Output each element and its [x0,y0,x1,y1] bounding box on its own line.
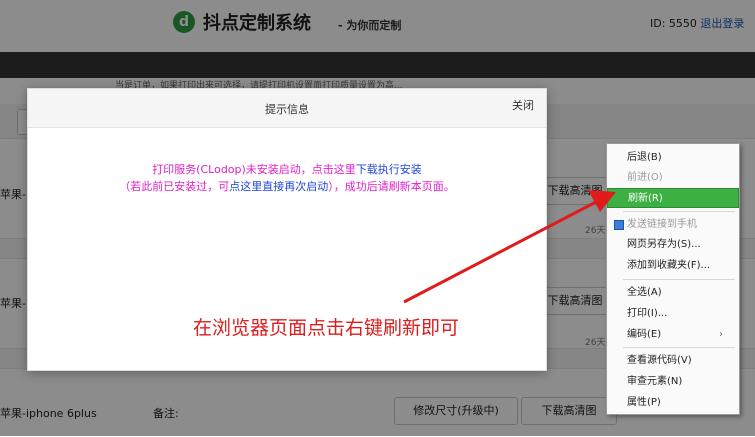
arrow-head [588,190,616,212]
arrow-shaft [403,200,597,304]
annotation-arrow [403,190,616,304]
